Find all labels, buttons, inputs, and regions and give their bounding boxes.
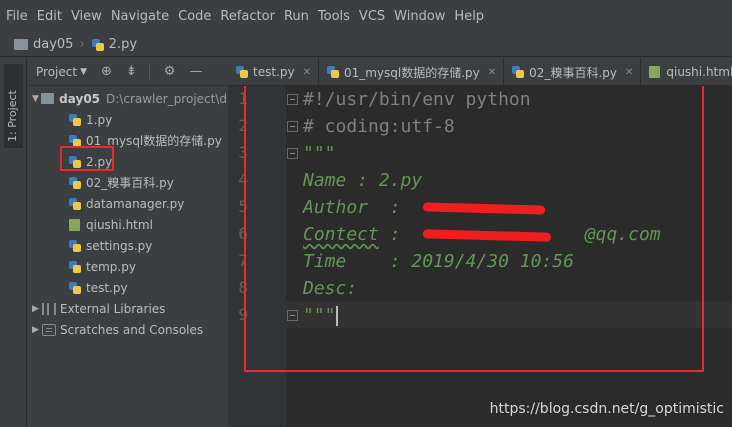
project-tool-tab[interactable]: 1: Project — [4, 64, 23, 148]
external-libraries-label: External Libraries — [60, 301, 166, 316]
file-name: test.py — [86, 280, 128, 295]
folder-icon — [14, 39, 28, 50]
close-icon[interactable]: ✕ — [625, 67, 633, 78]
tab-label: test.py — [253, 65, 295, 79]
python-file-icon — [326, 65, 340, 79]
breadcrumb-folder[interactable]: day05 — [33, 37, 73, 52]
python-file-icon — [511, 65, 525, 79]
file-name: datamanager.py — [86, 196, 185, 211]
tree-file-item[interactable]: test.py — [28, 277, 227, 298]
file-name: settings.py — [86, 238, 153, 253]
tree-file-item[interactable]: temp.py — [28, 256, 227, 277]
python-file-icon — [68, 113, 82, 127]
menu-bar: File Edit View Navigate Code Refactor Ru… — [0, 0, 732, 33]
tree-file-item[interactable]: datamanager.py — [28, 193, 227, 214]
tree-file-item[interactable]: 1.py — [28, 109, 227, 130]
project-view-selector[interactable]: Project — [36, 65, 77, 79]
scratches-label: Scratches and Consoles — [60, 322, 204, 337]
python-file-icon — [68, 281, 82, 295]
menu-code[interactable]: Code — [178, 9, 211, 24]
chevron-down-icon[interactable]: ▼ — [80, 67, 87, 77]
tab-label: qiushi.html — [666, 65, 732, 79]
expanded-arrow-icon[interactable]: ▼ — [32, 94, 41, 104]
collapsed-arrow-icon[interactable]: ▶ — [32, 325, 42, 335]
locate-icon[interactable]: ⊕ — [101, 64, 112, 79]
project-panel: Project ▼ ⊕ ⇟ ⚙ — ▼ day05 D:\crawler_pro… — [28, 58, 227, 427]
root-folder-path: D:\crawler_project\d — [106, 91, 227, 106]
tree-file-item-selected[interactable]: 2.py — [28, 151, 227, 172]
file-name: 1.py — [86, 112, 113, 127]
python-file-icon — [68, 239, 82, 253]
menu-view[interactable]: View — [71, 9, 102, 24]
menu-window[interactable]: Window — [394, 9, 445, 24]
menu-edit[interactable]: Edit — [37, 9, 62, 24]
html-file-icon — [648, 65, 662, 79]
collapsed-arrow-icon[interactable]: ▶ — [32, 304, 42, 314]
menu-navigate[interactable]: Navigate — [111, 9, 169, 24]
tree-scratches[interactable]: ▶ Scratches and Consoles — [28, 319, 227, 340]
menu-vcs[interactable]: VCS — [359, 9, 385, 24]
html-file-icon — [68, 218, 82, 232]
code-editor[interactable]: 1 2 3 4 5 6 7 8 9 #!/usr/bin/env python … — [228, 86, 732, 427]
collapse-all-icon[interactable]: ⇟ — [126, 64, 137, 79]
menu-run[interactable]: Run — [284, 9, 309, 24]
tree-file-item[interactable]: qiushi.html — [28, 214, 227, 235]
project-panel-header: Project ▼ ⊕ ⇟ ⚙ — — [28, 58, 227, 86]
file-name: 02_糗事百科.py — [86, 176, 174, 190]
editor-tabs: test.py ✕ 01_mysql数据的存储.py ✕ 02_糗事百科.py … — [228, 58, 732, 86]
python-file-icon — [235, 65, 249, 79]
python-file-icon — [68, 176, 82, 190]
close-icon[interactable]: ✕ — [488, 67, 496, 78]
root-folder-name: day05 — [59, 91, 101, 106]
python-file-icon — [68, 197, 82, 211]
close-icon[interactable]: ✕ — [303, 67, 311, 78]
tree-file-item[interactable]: 02_糗事百科.py — [28, 172, 227, 193]
tab-qiushi-html[interactable]: qiushi.html — [641, 58, 732, 86]
menu-help[interactable]: Help — [454, 9, 484, 24]
tab-label: 02_糗事百科.py — [529, 65, 617, 80]
menu-tools[interactable]: Tools — [318, 9, 350, 24]
tree-file-item[interactable]: 01_mysql数据的存储.py — [28, 130, 227, 151]
library-icon — [42, 302, 56, 315]
file-name: qiushi.html — [86, 217, 153, 232]
watermark: https://blog.csdn.net/g_optimistic — [489, 401, 724, 417]
tree-file-item[interactable]: settings.py — [28, 235, 227, 256]
python-file-icon — [91, 38, 105, 52]
highlight-box-editor — [244, 86, 704, 372]
breadcrumb-separator-icon: › — [79, 37, 85, 52]
file-name: temp.py — [86, 259, 136, 274]
scratches-icon — [42, 323, 56, 336]
header-divider — [148, 63, 150, 80]
tab-label: 01_mysql数据的存储.py — [343, 65, 480, 80]
breadcrumb-file[interactable]: 2.py — [109, 37, 137, 52]
navigation-bar: day05 › 2.py — [0, 33, 732, 57]
menu-refactor[interactable]: Refactor — [220, 9, 275, 24]
python-file-icon — [68, 260, 82, 274]
tab-test-py[interactable]: test.py ✕ — [228, 58, 319, 86]
hide-panel-icon[interactable]: — — [189, 64, 202, 79]
tab-qiushi-py[interactable]: 02_糗事百科.py ✕ — [504, 58, 642, 86]
project-tool-tab-label: 1: Project — [6, 90, 19, 142]
gear-icon[interactable]: ⚙ — [164, 64, 176, 79]
tool-window-strip: 1: Project — [0, 58, 27, 427]
tree-root-day05[interactable]: ▼ day05 D:\crawler_project\d — [28, 88, 227, 109]
tab-mysql-py[interactable]: 01_mysql数据的存储.py ✕ — [319, 58, 505, 86]
highlight-box-selected-file — [60, 146, 114, 171]
project-tree: ▼ day05 D:\crawler_project\d 1.py 01_mys… — [28, 86, 227, 340]
folder-icon — [40, 93, 55, 104]
tree-external-libraries[interactable]: ▶ External Libraries — [28, 298, 227, 319]
menu-file[interactable]: File — [6, 9, 28, 24]
